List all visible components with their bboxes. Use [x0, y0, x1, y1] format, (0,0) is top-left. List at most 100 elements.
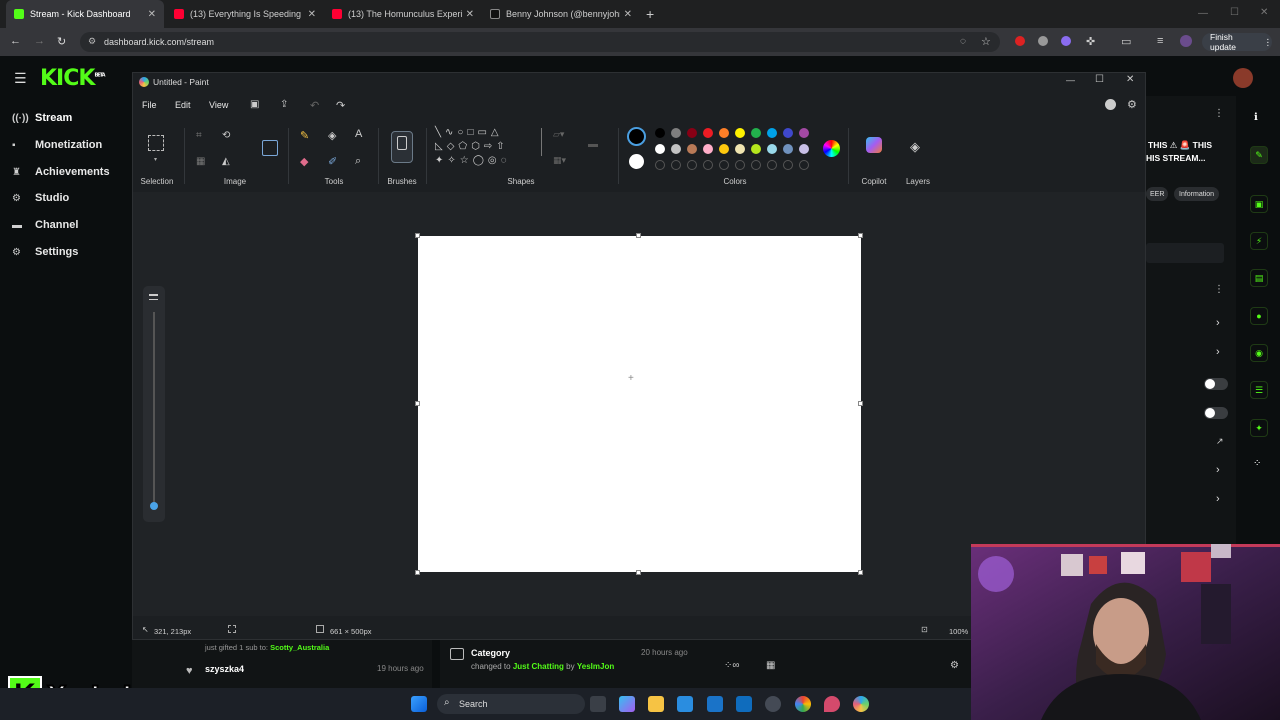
layout-icon[interactable]: ☰	[1250, 381, 1268, 399]
sidebar-item-achievements[interactable]: ♜ Achievements	[12, 166, 110, 178]
more-vert-icon[interactable]: ⋮	[1214, 108, 1224, 119]
maximize-icon[interactable]: ☐	[1095, 74, 1104, 85]
selection-icon[interactable]	[148, 135, 164, 151]
slider-thumb[interactable]	[150, 502, 158, 510]
resize-handle[interactable]	[636, 570, 641, 575]
close-window-icon[interactable]: ✕	[1260, 7, 1268, 18]
color-swatch[interactable]	[719, 144, 729, 154]
wrench-icon[interactable]: ✦	[1250, 419, 1268, 437]
color-swatch[interactable]	[767, 144, 777, 154]
close-icon[interactable]: ✕	[308, 9, 316, 20]
store-taskbar-icon[interactable]	[677, 696, 693, 712]
sidebar-item-studio[interactable]: ⚙ Studio	[12, 192, 69, 204]
reload-icon[interactable]: ↻	[57, 35, 66, 48]
color-swatch[interactable]	[703, 128, 713, 138]
chat-bubble-icon[interactable]: ●	[1250, 307, 1268, 325]
brushes-button[interactable]	[391, 131, 413, 163]
shape-size-icon[interactable]: ▬	[588, 139, 598, 150]
color-swatch[interactable]	[799, 144, 809, 154]
taskbar-search[interactable]: Search	[437, 694, 585, 714]
flip-icon[interactable]: ◭	[222, 156, 230, 167]
color-swatch[interactable]	[719, 128, 729, 138]
settings-gear-icon[interactable]: ⚙	[950, 660, 959, 671]
cast-icon[interactable]: ▭	[1121, 35, 1131, 48]
share-nodes-icon[interactable]: ⁘	[1253, 458, 1261, 469]
stream-tag[interactable]: EER	[1146, 187, 1169, 201]
sidebar-item-settings[interactable]: ⚙ Settings	[12, 246, 78, 258]
tab-x[interactable]: Benny Johnson (@bennyjohnso ✕	[482, 0, 640, 28]
resize-handle[interactable]	[415, 401, 420, 406]
resize-icon[interactable]: ▦	[196, 156, 205, 167]
primary-color-swatch[interactable]	[627, 127, 646, 146]
shape-outline-icon[interactable]: ▱▾	[553, 129, 564, 140]
custom-color-slot[interactable]	[799, 160, 809, 170]
sidebar-item-monetization[interactable]: ▪ Monetization	[12, 139, 102, 151]
kick-logo[interactable]: KICKBETA	[40, 66, 106, 91]
finish-update-button[interactable]: Finish update ⋮	[1202, 32, 1272, 52]
extension-grey-icon[interactable]	[1038, 36, 1048, 46]
eraser-icon[interactable]: ◆	[300, 155, 308, 168]
chevron-right-icon[interactable]: ›	[1216, 346, 1220, 358]
minimize-icon[interactable]: —	[1066, 75, 1075, 85]
color-swatch[interactable]	[751, 144, 761, 154]
resize-handle[interactable]	[858, 233, 863, 238]
app-icon[interactable]	[736, 696, 752, 712]
color-swatch[interactable]	[687, 144, 697, 154]
category-user[interactable]: YesImJon	[577, 662, 614, 671]
toggle-switch[interactable]	[1204, 407, 1228, 419]
color-swatch[interactable]	[671, 128, 681, 138]
rotate-icon[interactable]: ⟲	[222, 130, 230, 141]
maximize-window-icon[interactable]: ☐	[1230, 7, 1239, 18]
chevron-right-icon[interactable]: ›	[1216, 317, 1220, 329]
close-icon[interactable]: ✕	[1126, 74, 1134, 85]
copilot-icon[interactable]	[866, 137, 882, 153]
edit-colors-icon[interactable]	[823, 140, 840, 157]
magnifier-icon[interactable]: ⌕	[355, 155, 361, 168]
extensions-puzzle-icon[interactable]: ✜	[1086, 35, 1095, 48]
custom-color-slot[interactable]	[703, 160, 713, 170]
extension-red-icon[interactable]	[1015, 36, 1025, 46]
toggle-switch[interactable]	[1204, 378, 1228, 390]
close-icon[interactable]: ✕	[148, 9, 156, 20]
broadcast-icon[interactable]: ◉	[1250, 344, 1268, 362]
shape-fill-icon[interactable]: ▦▾	[553, 155, 566, 166]
account-icon[interactable]	[1105, 99, 1116, 110]
filter-icon[interactable]: ⁘∞	[724, 660, 740, 671]
resize-handle[interactable]	[415, 570, 420, 575]
store-icon[interactable]: ▦	[766, 660, 775, 671]
color-picker-icon[interactable]: ✐	[328, 155, 337, 168]
secondary-color-swatch[interactable]	[629, 154, 644, 169]
image-creator-icon[interactable]	[262, 140, 278, 156]
zoom-level[interactable]: 100%	[949, 627, 968, 636]
menu-file[interactable]: File	[142, 100, 157, 110]
profile-avatar[interactable]	[1180, 35, 1192, 47]
color-swatch[interactable]	[703, 144, 713, 154]
reading-list-icon[interactable]: ≡	[1157, 35, 1163, 47]
resize-handle[interactable]	[636, 233, 641, 238]
custom-color-slot[interactable]	[655, 160, 665, 170]
app-pin-icon[interactable]	[824, 696, 840, 712]
save-icon[interactable]: ▣	[250, 99, 259, 110]
paint-taskbar-icon[interactable]	[853, 696, 869, 712]
color-swatch[interactable]	[783, 128, 793, 138]
gift-user[interactable]: Scotty_Australia	[270, 643, 329, 652]
start-windows-icon[interactable]	[411, 696, 427, 712]
share-icon[interactable]: ⇪	[280, 99, 288, 110]
color-swatch[interactable]	[687, 128, 697, 138]
custom-color-slot[interactable]	[687, 160, 697, 170]
stream-tag[interactable]: Information	[1174, 187, 1220, 201]
custom-color-slot[interactable]	[671, 160, 681, 170]
chevron-down-icon[interactable]: ▾	[154, 156, 157, 163]
chevron-right-icon[interactable]: ›	[1216, 464, 1220, 476]
shapes-scrollbar[interactable]	[541, 128, 542, 156]
fill-bucket-icon[interactable]: ◈	[328, 129, 336, 142]
bookmark-star-icon[interactable]: ☆	[981, 35, 991, 48]
fit-to-window-icon[interactable]: ⊡	[921, 625, 928, 634]
site-info-icon[interactable]: ⚙	[88, 36, 96, 47]
undo-icon[interactable]: ↶	[310, 99, 319, 112]
color-swatch[interactable]	[767, 128, 777, 138]
new-tab-icon[interactable]: +	[646, 6, 654, 22]
menu-view[interactable]: View	[209, 100, 228, 110]
custom-color-slot[interactable]	[735, 160, 745, 170]
file-explorer-icon[interactable]	[648, 696, 664, 712]
